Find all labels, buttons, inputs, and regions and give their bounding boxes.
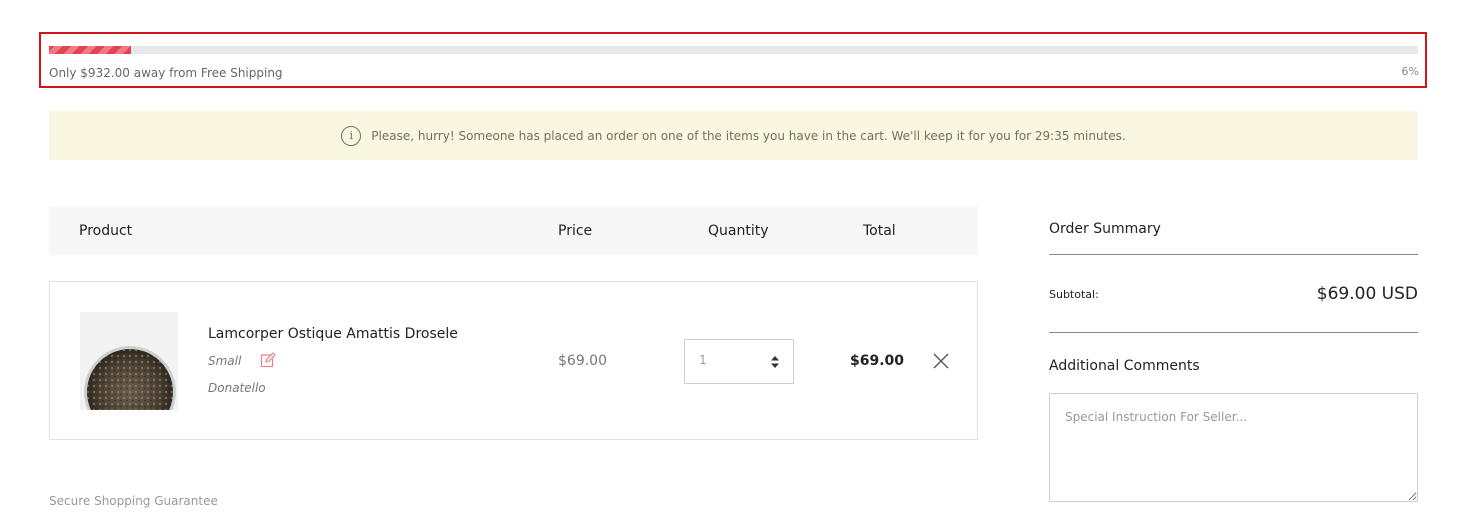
product-name-link[interactable]: Lamcorper Ostique Amattis Drosele	[208, 326, 458, 342]
subtotal-value: $69.00 USD	[1316, 284, 1418, 304]
quantity-stepper[interactable]: 1	[684, 339, 794, 384]
summary-divider	[1049, 254, 1418, 255]
cart-timer-text: Please, hurry! Someone has placed an ord…	[371, 128, 1126, 143]
seller-instructions-textarea[interactable]	[1049, 393, 1418, 502]
free-shipping-progress-fill	[49, 46, 132, 54]
cart-item-row: Lamcorper Ostique Amattis Drosele Small …	[49, 281, 978, 440]
remove-item-icon[interactable]	[932, 352, 950, 370]
header-quantity: Quantity	[708, 223, 769, 239]
subtotal-label: Subtotal:	[1049, 288, 1099, 301]
product-image[interactable]	[80, 312, 178, 410]
tea-bowl-image	[84, 346, 176, 410]
header-product: Product	[79, 223, 133, 239]
edit-icon[interactable]	[260, 352, 276, 368]
header-total: Total	[863, 223, 896, 239]
cart-timer-alert: i Please, hurry! Someone has placed an o…	[49, 111, 1418, 160]
header-price: Price	[558, 223, 593, 239]
product-vendor: Donatello	[208, 381, 266, 395]
free-shipping-message: Only $932.00 away from Free Shipping	[49, 66, 283, 80]
quantity-input[interactable]: 1	[699, 353, 707, 367]
cart-table-header: Product Price Quantity Total	[49, 206, 978, 255]
free-shipping-percent: 6%	[1401, 65, 1419, 78]
item-price: $69.00	[558, 353, 607, 369]
free-shipping-progress-bar	[49, 46, 1418, 54]
spinner-arrows-icon[interactable]	[769, 354, 781, 370]
item-total: $69.00	[850, 353, 905, 369]
summary-divider	[1049, 332, 1418, 333]
product-variant: Small	[208, 354, 242, 368]
order-summary-title: Order Summary	[1049, 221, 1161, 237]
additional-comments-title: Additional Comments	[1049, 358, 1200, 374]
secure-shopping-label: Secure Shopping Guarantee	[49, 494, 218, 508]
info-icon: i	[341, 125, 362, 146]
